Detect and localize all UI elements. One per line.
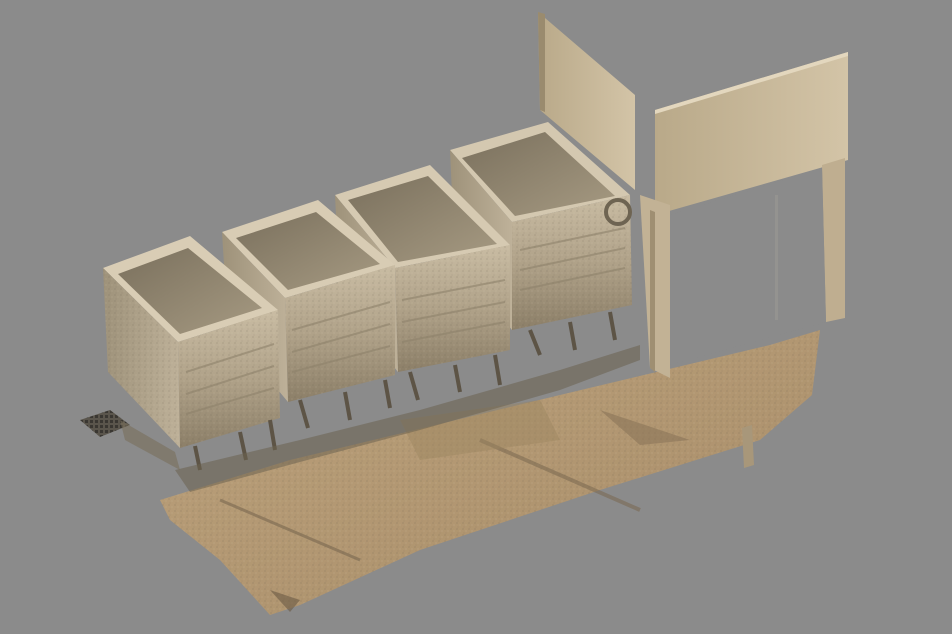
- point-cloud-scene: [80, 12, 848, 615]
- door-frame-wall: [640, 52, 848, 378]
- floor-fixture: [742, 425, 754, 468]
- point-cloud-viewport[interactable]: [0, 0, 952, 634]
